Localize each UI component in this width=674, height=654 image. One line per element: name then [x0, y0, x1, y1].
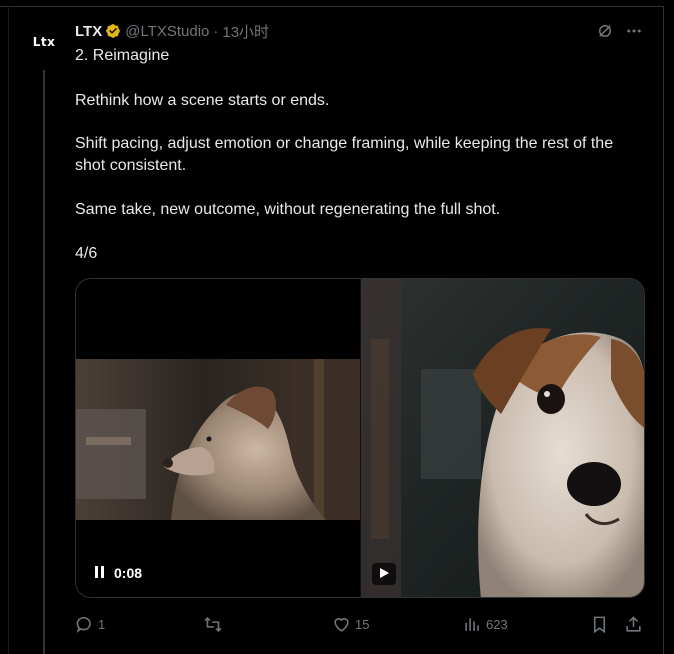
views-icon: [463, 615, 482, 634]
bookmark-icon: [590, 615, 609, 634]
tweet-header: LTX @LTXStudio · 13小时: [75, 20, 269, 42]
avatar-logo-text: Ltx: [32, 35, 56, 49]
video-media[interactable]: 0:08: [75, 278, 645, 598]
tweet-text-line: Shift pacing, adjust emotion or change f…: [75, 135, 614, 174]
verified-badge-icon[interactable]: [105, 23, 121, 39]
like-count: 15: [355, 616, 370, 632]
play-button[interactable]: [372, 563, 396, 585]
tweet-text-line: Same take, new outcome, without regenera…: [75, 201, 501, 218]
dog-profile-video[interactable]: [76, 359, 361, 520]
frame-right-border: [663, 6, 664, 654]
reply-count: 1: [98, 616, 106, 632]
grok-icon[interactable]: [594, 20, 616, 42]
share-button[interactable]: [624, 612, 643, 636]
tweet-actions: 1 15 623: [75, 612, 645, 636]
bookmark-button[interactable]: [590, 612, 609, 636]
separator-dot: ·: [213, 22, 219, 40]
thread-line: [43, 70, 45, 654]
more-icon[interactable]: [623, 20, 645, 42]
share-icon: [624, 615, 643, 634]
video-player-controls: 0:08: [94, 565, 142, 581]
avatar[interactable]: Ltx: [22, 20, 66, 64]
author-name[interactable]: LTX: [75, 23, 102, 40]
like-button[interactable]: 15: [332, 612, 369, 636]
views-count: 623: [486, 616, 508, 632]
dog-closeup-video[interactable]: [361, 279, 644, 597]
views-button[interactable]: 623: [463, 612, 508, 636]
video-left-pane[interactable]: [76, 279, 361, 597]
repost-button[interactable]: [203, 612, 227, 636]
repost-icon: [203, 615, 223, 634]
author-handle[interactable]: @LTXStudio: [125, 23, 209, 40]
video-time: 0:08: [114, 565, 143, 581]
tweet-thread-counter: 4/6: [75, 245, 98, 262]
like-icon: [332, 615, 351, 634]
play-icon: [379, 565, 389, 583]
frame-left-border: [8, 6, 9, 654]
tweet-text-line: 2. Reimagine: [75, 47, 170, 64]
reply-icon: [75, 615, 94, 634]
reply-button[interactable]: 1: [75, 612, 105, 636]
frame-top-border: [0, 6, 664, 7]
tweet-text-line: Rethink how a scene starts or ends.: [75, 92, 330, 109]
pause-icon[interactable]: [94, 565, 106, 581]
timestamp[interactable]: 13小时: [222, 21, 269, 42]
